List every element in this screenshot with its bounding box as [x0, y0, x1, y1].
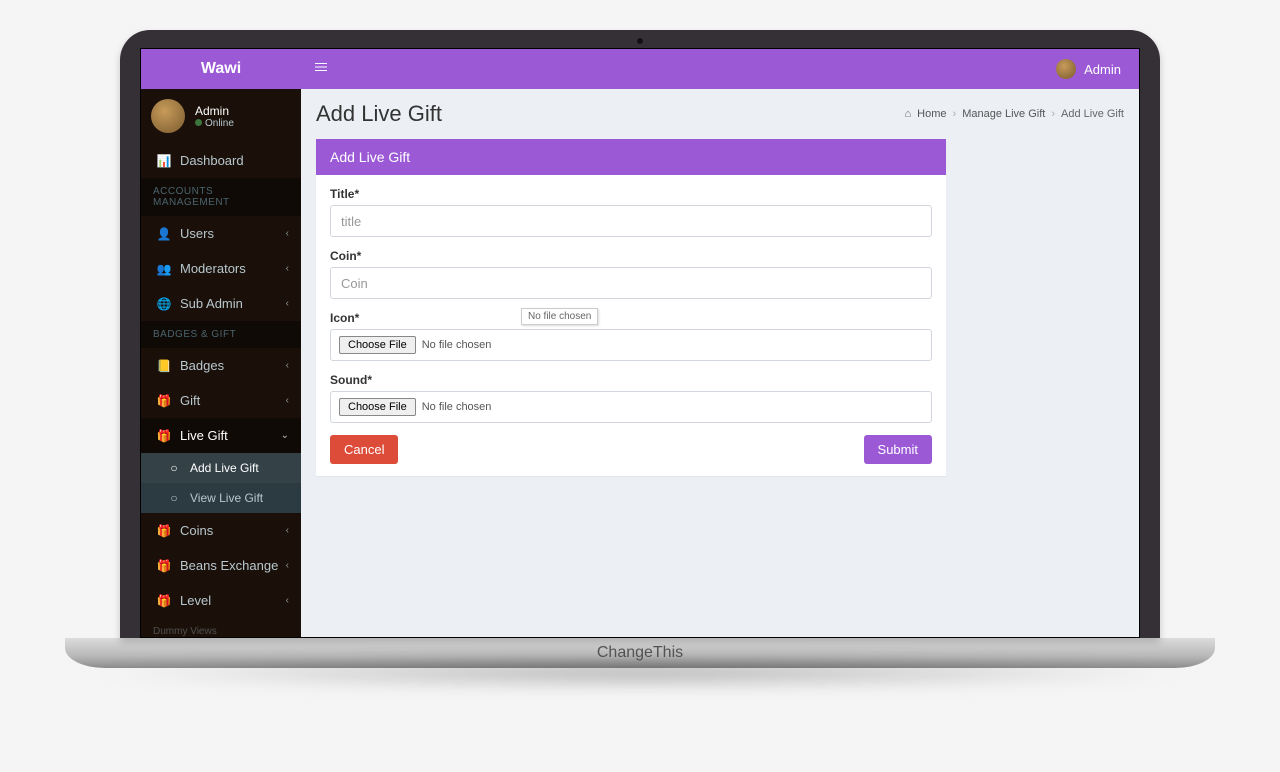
file-status: No file chosen	[422, 401, 492, 413]
circle-icon: ○	[166, 461, 182, 475]
panel-user-name: Admin	[195, 104, 234, 118]
gift-icon: 🎁	[156, 394, 172, 408]
sidebar-item-label: Live Gift	[180, 428, 228, 443]
section-badges: BADGES & GIFT	[141, 321, 301, 348]
icon-file-input[interactable]: Choose File No file chosen No file chose…	[330, 329, 932, 361]
avatar	[1056, 59, 1076, 79]
file-tooltip: No file chosen	[521, 308, 598, 325]
user-panel: Admin Online	[141, 89, 301, 143]
sidebar-item-label: Beans Exchange	[180, 558, 278, 573]
label-title: Title*	[330, 187, 932, 201]
chevron-left-icon: ‹	[286, 395, 289, 406]
box-title: Add Live Gift	[316, 139, 946, 175]
sidebar-item-subadmin[interactable]: 🌐 Sub Admin ‹	[141, 286, 301, 321]
sidebar-item-label: Dashboard	[180, 153, 244, 168]
sidebar-item-label: Moderators	[180, 261, 246, 276]
chevron-left-icon: ‹	[286, 298, 289, 309]
user-menu[interactable]: Admin	[1056, 59, 1139, 79]
sidebar-item-label: Add Live Gift	[190, 461, 259, 475]
sidebar: Admin Online 📊 Dashboard ACCOUNTS MANAGE…	[141, 89, 301, 637]
coin-input[interactable]	[330, 267, 932, 299]
breadcrumb: ⌂ Home › Manage Live Gift › Add Live Gif…	[905, 108, 1124, 120]
sidebar-item-beans[interactable]: 🎁 Beans Exchange ‹	[141, 548, 301, 583]
sidebar-item-dashboard[interactable]: 📊 Dashboard	[141, 143, 301, 178]
badge-icon: 📒	[156, 359, 172, 373]
crumb-home[interactable]: Home	[917, 108, 946, 120]
main-content: Add Live Gift ⌂ Home › Manage Live Gift …	[301, 89, 1139, 637]
sidebar-item-label: Level	[180, 593, 211, 608]
chevron-left-icon: ‹	[286, 525, 289, 536]
sidebar-item-label: Sub Admin	[180, 296, 243, 311]
gift-icon: 🎁	[156, 594, 172, 608]
choose-file-button[interactable]: Choose File	[339, 336, 416, 354]
sidebar-item-gift[interactable]: 🎁 Gift ‹	[141, 383, 301, 418]
page-title: Add Live Gift	[316, 101, 442, 127]
crumb-current: Add Live Gift	[1061, 108, 1124, 120]
bars-icon	[315, 61, 327, 73]
chevron-left-icon: ‹	[286, 263, 289, 274]
crumb-manage[interactable]: Manage Live Gift	[962, 108, 1045, 120]
sidebar-item-moderators[interactable]: 👥 Moderators ‹	[141, 251, 301, 286]
menu-toggle[interactable]	[301, 60, 341, 78]
sidebar-item-label: Users	[180, 226, 214, 241]
section-accounts: ACCOUNTS MANAGEMENT	[141, 178, 301, 216]
file-status: No file chosen	[422, 339, 492, 351]
dashboard-icon: 📊	[156, 154, 172, 168]
sidebar-item-coins[interactable]: 🎁 Coins ‹	[141, 513, 301, 548]
choose-file-button[interactable]: Choose File	[339, 398, 416, 416]
sidebar-subitem-add-live-gift[interactable]: ○ Add Live Gift	[141, 453, 301, 483]
sidebar-item-livegift[interactable]: 🎁 Live Gift ⌄	[141, 418, 301, 453]
title-input[interactable]	[330, 205, 932, 237]
home-icon: ⌂	[905, 108, 912, 120]
gift-icon: 🎁	[156, 429, 172, 443]
chevron-left-icon: ‹	[286, 560, 289, 571]
cancel-button[interactable]: Cancel	[330, 435, 398, 464]
chevron-down-icon: ⌄	[281, 430, 289, 441]
chevron-left-icon: ‹	[286, 360, 289, 371]
users-icon: 👥	[156, 262, 172, 276]
sidebar-item-level[interactable]: 🎁 Level ‹	[141, 583, 301, 618]
sidebar-item-label: View Live Gift	[190, 491, 263, 505]
sidebar-item-badges[interactable]: 📒 Badges ‹	[141, 348, 301, 383]
sidebar-subitem-view-live-gift[interactable]: ○ View Live Gift	[141, 483, 301, 513]
label-sound: Sound*	[330, 373, 932, 387]
gift-icon: 🎁	[156, 559, 172, 573]
avatar	[151, 99, 185, 133]
chevron-left-icon: ‹	[286, 595, 289, 606]
sidebar-item-users[interactable]: 👤 Users ‹	[141, 216, 301, 251]
top-header: Wawi Admin	[141, 49, 1139, 89]
section-dummy: Dummy Views	[141, 618, 301, 637]
user-name: Admin	[1084, 62, 1121, 77]
brand-logo[interactable]: Wawi	[141, 60, 301, 78]
sidebar-item-label: Coins	[180, 523, 213, 538]
chevron-left-icon: ‹	[286, 228, 289, 239]
form-box: Add Live Gift Title* Coin*	[316, 139, 946, 476]
submit-button[interactable]: Submit	[864, 435, 932, 464]
sidebar-item-label: Gift	[180, 393, 200, 408]
gift-icon: 🎁	[156, 524, 172, 538]
user-icon: 👤	[156, 227, 172, 241]
label-coin: Coin*	[330, 249, 932, 263]
globe-icon: 🌐	[156, 297, 172, 311]
sound-file-input[interactable]: Choose File No file chosen	[330, 391, 932, 423]
sidebar-item-label: Badges	[180, 358, 224, 373]
label-icon: Icon*	[330, 311, 932, 325]
panel-user-status: Online	[195, 118, 234, 129]
circle-icon: ○	[166, 491, 182, 505]
